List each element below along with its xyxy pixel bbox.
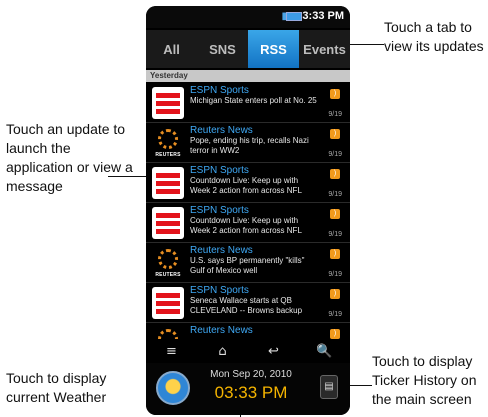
reuters-logo-icon [152, 327, 184, 339]
callout-tab: Touch a tab to view its updates [384, 19, 484, 54]
reuters-logo-text: REUTERS [155, 272, 181, 278]
rss-icon: ) [330, 249, 340, 259]
item-source: Reuters News [190, 125, 253, 136]
item-date: 9/19 [328, 151, 342, 158]
status-time: 3:33 PM [302, 10, 344, 22]
section-header: Yesterday [146, 70, 350, 82]
item-date: 9/19 [328, 191, 342, 198]
rss-icon: ) [330, 289, 340, 299]
item-text: Pope, ending his trip, recalls Nazi terr… [190, 136, 309, 155]
callout-ticker: Touch to display Ticker History on the m… [372, 353, 477, 407]
list-item[interactable]: ESPN Sports Seneca Wallace starts at QB … [146, 283, 350, 323]
list-item[interactable]: REUTERS Reuters News Pope, ending his tr… [146, 123, 350, 163]
item-text: Countdown Live: Keep up with Week 2 acti… [190, 176, 302, 195]
item-date: 9/19 [328, 311, 342, 318]
list-item[interactable]: ESPN Sports Countdown Live: Keep up with… [146, 203, 350, 243]
item-text: Michigan State enters poll at No. 25 [190, 96, 317, 105]
espn-logo-icon [152, 87, 184, 119]
item-text: Countdown Live: Keep up with Week 2 acti… [190, 216, 302, 235]
espn-logo-icon [152, 287, 184, 319]
tab-bar: All SNS RSS Events [146, 30, 350, 68]
phone-screen: ▮▮▮ 3:33 PM All SNS RSS Events Yesterday… [146, 6, 350, 415]
ticker-bar: Mon Sep 20, 2010 03:33 PM ▤ [146, 363, 350, 415]
tab-rss[interactable]: RSS [248, 30, 299, 68]
espn-logo-icon [152, 207, 184, 239]
battery-icon [286, 12, 302, 21]
item-date: 9/19 [328, 231, 342, 238]
espn-logo-icon [152, 167, 184, 199]
rss-icon: ) [330, 169, 340, 179]
rss-icon: ) [330, 89, 340, 99]
list-item[interactable]: Reuters News ) [146, 323, 350, 339]
search-icon[interactable]: 🔍 [305, 344, 345, 359]
back-icon[interactable]: ↩ [254, 344, 294, 359]
callout-weather: Touch to display current Weather [6, 370, 107, 405]
rss-icon: ) [330, 209, 340, 219]
home-icon[interactable]: ⌂ [203, 344, 243, 359]
callout-update: Touch an update to launch the applicatio… [6, 121, 133, 194]
rss-icon: ) [330, 329, 340, 339]
item-source: Reuters News [190, 325, 253, 336]
tab-sns[interactable]: SNS [197, 30, 248, 68]
list-item[interactable]: REUTERS Reuters News U.S. says BP perman… [146, 243, 350, 283]
tab-events[interactable]: Events [299, 30, 350, 68]
item-source: ESPN Sports [190, 205, 249, 216]
item-date: 9/19 [328, 111, 342, 118]
menu-icon[interactable]: ≡ [152, 344, 192, 359]
item-text: Seneca Wallace starts at QB CLEVELAND --… [190, 296, 303, 315]
weather-icon[interactable] [156, 371, 190, 405]
item-text: U.S. says BP permanently "kills" Gulf of… [190, 256, 305, 275]
reuters-logo-icon: REUTERS [152, 127, 184, 159]
tab-all[interactable]: All [146, 30, 197, 68]
reuters-logo-icon: REUTERS [152, 247, 184, 279]
nav-bar: ≡ ⌂ ↩ 🔍 [146, 339, 350, 363]
update-list: ESPN Sports Michigan State enters poll a… [146, 83, 350, 339]
list-item[interactable]: ESPN Sports Countdown Live: Keep up with… [146, 163, 350, 203]
item-source: Reuters News [190, 245, 253, 256]
item-source: ESPN Sports [190, 85, 249, 96]
list-item[interactable]: ESPN Sports Michigan State enters poll a… [146, 83, 350, 123]
ticker-history-icon[interactable]: ▤ [320, 375, 338, 399]
ticker-time: 03:33 PM [214, 383, 288, 402]
item-source: ESPN Sports [190, 165, 249, 176]
item-source: ESPN Sports [190, 285, 249, 296]
rss-icon: ) [330, 129, 340, 139]
status-bar: ▮▮▮ 3:33 PM [146, 6, 350, 28]
item-date: 9/19 [328, 271, 342, 278]
ticker-date: Mon Sep 20, 2010 [210, 369, 292, 380]
reuters-logo-text: REUTERS [155, 152, 181, 158]
